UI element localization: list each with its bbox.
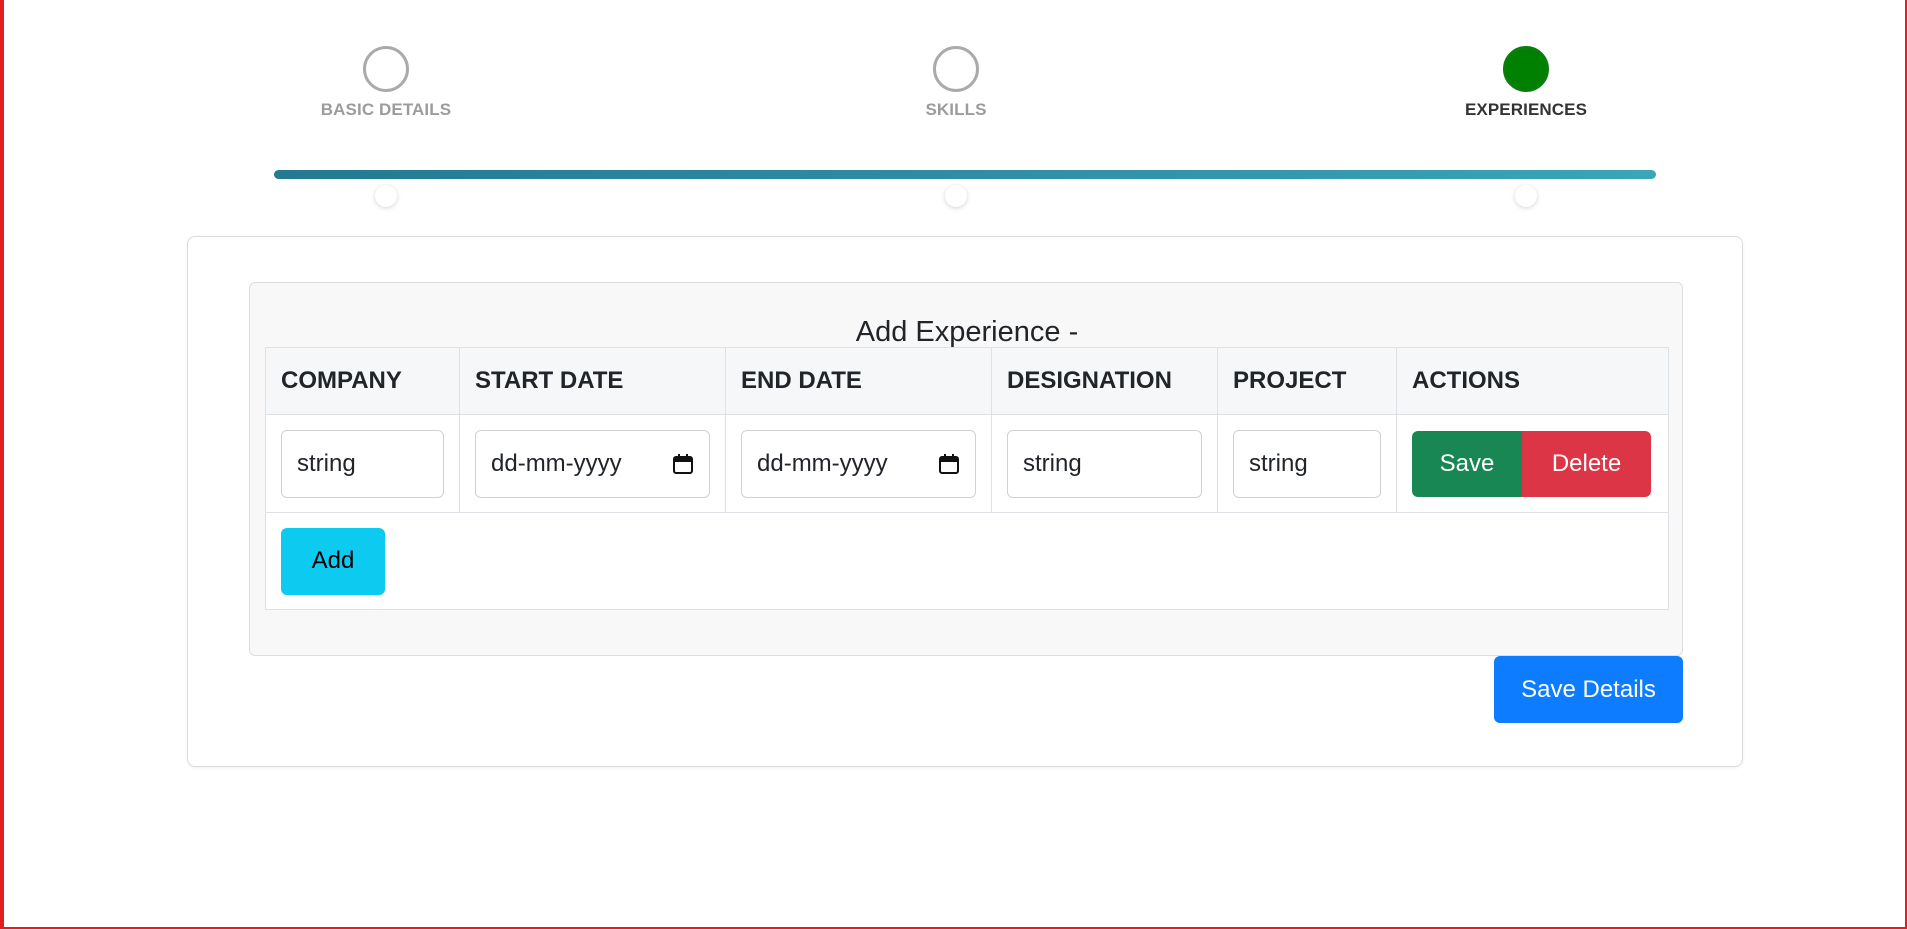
column-header-start-date: START DATE	[459, 347, 726, 415]
start-date-value: dd-mm-yyyy	[491, 449, 622, 477]
end-date-value: dd-mm-yyyy	[757, 449, 888, 477]
designation-input-value: string	[1023, 449, 1082, 477]
calendar-icon[interactable]	[672, 453, 694, 475]
cell-end-date: dd-mm-yyyy	[725, 414, 992, 513]
column-header-end-date: END DATE	[725, 347, 992, 415]
progress-dot-skills	[945, 185, 967, 207]
save-row-button[interactable]: Save	[1412, 430, 1522, 497]
cell-project: string	[1217, 414, 1397, 513]
company-input[interactable]: string	[281, 429, 444, 498]
table-row: string dd-mm-yyyy dd-mm-yyyy string stri…	[265, 414, 1669, 513]
experience-form-panel: Add Experience - COMPANY START DATE END …	[249, 282, 1683, 656]
calendar-icon[interactable]	[938, 453, 960, 475]
table-header-row: COMPANY START DATE END DATE DESIGNATION …	[265, 347, 1669, 415]
row-actions: Save Delete	[1412, 430, 1653, 497]
step-label-experiences: EXPERIENCES	[1464, 100, 1588, 119]
add-experience-button[interactable]: Add	[281, 527, 385, 595]
cell-add: Add	[265, 512, 1669, 610]
progress-bar	[274, 170, 1656, 179]
step-circle-experiences	[1503, 46, 1549, 92]
company-input-value: string	[297, 449, 356, 477]
step-basic-details[interactable]: BASIC DETAILS	[286, 46, 486, 120]
designation-input[interactable]: string	[1007, 429, 1202, 498]
step-circle-skills	[933, 46, 979, 92]
cell-start-date: dd-mm-yyyy	[459, 414, 726, 513]
cell-actions: Save Delete	[1396, 414, 1669, 513]
column-header-designation: DESIGNATION	[991, 347, 1218, 415]
save-details-button[interactable]: Save Details	[1494, 656, 1683, 723]
column-header-actions: ACTIONS	[1396, 347, 1669, 415]
column-header-company: COMPANY	[265, 347, 460, 415]
add-row: Add	[265, 512, 1669, 610]
cell-company: string	[265, 414, 460, 513]
project-input[interactable]: string	[1233, 429, 1381, 498]
cell-designation: string	[991, 414, 1218, 513]
project-input-value: string	[1249, 449, 1308, 477]
step-skills[interactable]: SKILLS	[856, 46, 1056, 120]
experience-table: COMPANY START DATE END DATE DESIGNATION …	[265, 347, 1669, 610]
end-date-input[interactable]: dd-mm-yyyy	[741, 429, 976, 498]
step-label-skills: SKILLS	[925, 100, 987, 119]
progress-stepper: BASIC DETAILS SKILLS EXPERIENCES	[4, 0, 1907, 220]
delete-row-button[interactable]: Delete	[1522, 430, 1651, 497]
start-date-input[interactable]: dd-mm-yyyy	[475, 429, 710, 498]
step-experiences[interactable]: EXPERIENCES	[1426, 46, 1626, 120]
step-label-basic-details: BASIC DETAILS	[320, 100, 452, 119]
progress-dot-experiences	[1515, 185, 1537, 207]
step-circle-basic-details	[363, 46, 409, 92]
section-title: Add Experience -	[855, 316, 1079, 348]
progress-dot-basic-details	[375, 185, 397, 207]
column-header-project: PROJECT	[1217, 347, 1397, 415]
experience-card: Add Experience - COMPANY START DATE END …	[187, 236, 1743, 767]
